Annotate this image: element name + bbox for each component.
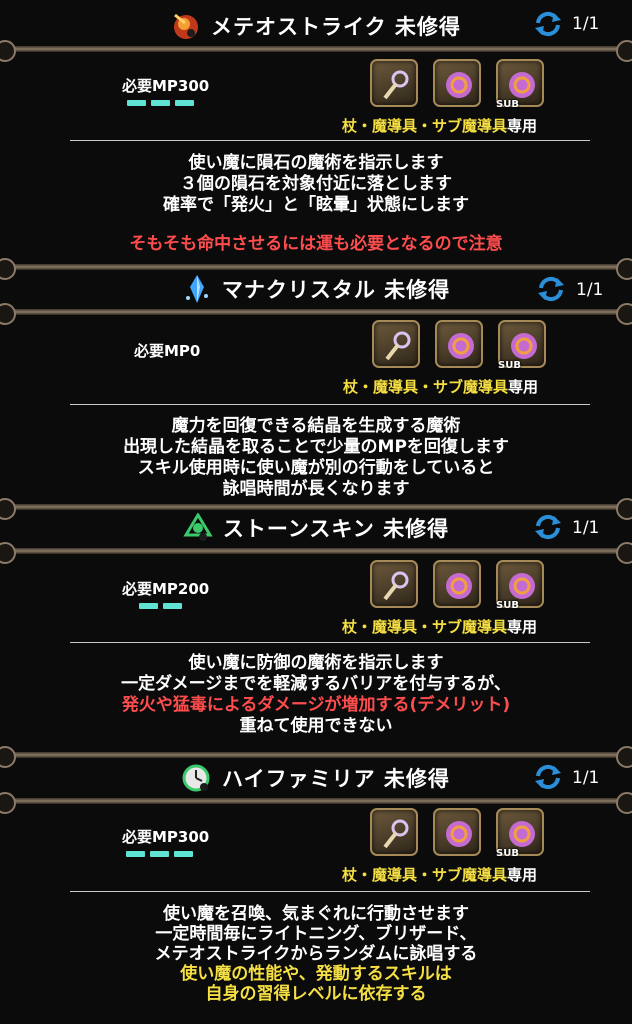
skill-title: メテオストライク 未修得 [211, 15, 461, 39]
desc-line: 一定ダメージまでを軽減するバリアを付与するが、 [121, 674, 511, 694]
magic-tool-icon [435, 320, 483, 368]
usable-weapons: 杖・魔導具・サブ魔導具専用 [342, 115, 537, 136]
stoneskin-skill-icon [183, 512, 213, 543]
section-divider [0, 40, 632, 62]
mp-cost-bars [126, 851, 193, 857]
usable-suffix: 専用 [507, 117, 538, 135]
mp-cost: 必要MP300 [122, 828, 210, 846]
desc-line: 魔力を回復できる結晶を生成する魔術 [171, 416, 461, 436]
usable-suffix: 専用 [508, 378, 539, 396]
skill-title: ハイファミリア 未修得 [222, 767, 450, 791]
skill-panel-high-familiar: ハイファミリア 未修得 1/1 必要MP300 SUB 杖・魔導具・サブ魔導具専… [0, 746, 632, 1024]
skill-panel-mana-crystal: マナクリスタル 未修得 1/1 必要MP0 SUB 杖・魔導具・サブ魔導具専用 … [0, 258, 632, 502]
usable-weapons-list: 杖・魔導具・サブ魔導具 [342, 866, 508, 884]
mp-bar [126, 851, 145, 857]
skill-description: 使い魔に防御の魔術を指示します 一定ダメージまでを軽減するバリアを付与するが、 … [0, 653, 632, 737]
skill-description: 使い魔に隕石の魔術を指示します ３個の隕石を対象付近に落とします 確率で「発火」… [0, 153, 632, 255]
skill-level: 1/1 [572, 518, 600, 538]
level-refresh-icon[interactable] [534, 514, 562, 540]
section-divider [0, 542, 632, 564]
desc-line: 使い魔を召喚、気まぐれに行動させます [163, 904, 469, 924]
desc-highlight: 使い魔の性能や、発動するスキルは [180, 964, 452, 984]
usable-weapons-list: 杖・魔導具・サブ魔導具 [342, 618, 508, 636]
skill-level: 1/1 [572, 768, 600, 788]
sub-magic-tool-icon: SUB [496, 59, 544, 110]
desc-demerit: 発火や猛毒によるダメージが増加する(デメリット) [121, 695, 511, 715]
mp-bar [150, 851, 169, 857]
mp-bar [163, 603, 182, 609]
desc-line: 使い魔に防御の魔術を指示します [188, 653, 444, 673]
staff-icon [370, 59, 418, 107]
level-refresh-icon[interactable] [537, 276, 565, 302]
mp-cost: 必要MP200 [122, 580, 210, 598]
desc-warning: そもそも命中させるには運も必要となるので注意 [129, 234, 503, 254]
staff-icon [372, 320, 420, 368]
magic-tool-icon [433, 59, 481, 107]
sub-magic-tool-icon: SUB [498, 320, 546, 371]
section-divider [0, 792, 632, 814]
sub-magic-tool-icon: SUB [496, 808, 544, 859]
staff-icon [370, 808, 418, 856]
level-refresh-icon[interactable] [534, 11, 562, 37]
separator-line [70, 642, 590, 643]
level-refresh-icon[interactable] [534, 764, 562, 790]
highfamiliar-skill-icon [182, 763, 212, 793]
sub-label: SUB [496, 99, 519, 110]
desc-line: メテオストライクからランダムに詠唱する [154, 944, 478, 964]
desc-line: 出現した結晶を取ることで少量のMPを回復します [123, 437, 509, 457]
mp-bar [175, 100, 194, 106]
mp-cost: 必要MP0 [134, 342, 201, 360]
usable-suffix: 専用 [507, 866, 538, 884]
separator-line [70, 404, 590, 405]
mp-cost-bars [139, 603, 182, 609]
staff-icon [370, 560, 418, 608]
skill-panel-meteor: メテオストライク 未修得 1/1 必要MP300 SUB 杖・魔導具・サブ魔導具… [0, 0, 632, 262]
meteor-skill-icon [171, 11, 201, 41]
usable-weapons: 杖・魔導具・サブ魔導具専用 [343, 376, 538, 397]
usable-suffix: 専用 [507, 618, 538, 636]
desc-line: ３個の隕石を対象付近に落とします [180, 174, 452, 194]
skill-panel-stoneskin: ストーンスキン 未修得 1/1 必要MP200 SUB 杖・魔導具・サブ魔導具専… [0, 498, 632, 750]
separator-line [70, 140, 590, 141]
usable-weapons: 杖・魔導具・サブ魔導具専用 [342, 864, 537, 885]
usable-weapons-list: 杖・魔導具・サブ魔導具 [343, 378, 509, 396]
skill-description: 使い魔を召喚、気まぐれに行動させます 一定時間毎にライトニング、ブリザード、 メ… [0, 904, 632, 1004]
desc-line: 使い魔に隕石の魔術を指示します [188, 153, 444, 173]
mp-cost: 必要MP300 [122, 77, 210, 95]
mp-bar [151, 100, 170, 106]
desc-line: スキル使用時に使い魔が別の行動をしていると [137, 458, 495, 478]
separator-line [70, 891, 590, 892]
skill-title: マナクリスタル 未修得 [221, 278, 451, 302]
magic-tool-icon [433, 808, 481, 856]
mp-bar [174, 851, 193, 857]
sub-label: SUB [496, 600, 519, 611]
usable-weapons-list: 杖・魔導具・サブ魔導具 [342, 117, 508, 135]
sub-label: SUB [498, 360, 521, 371]
desc-line: 重ねて使用できない [239, 716, 393, 736]
skill-level: 1/1 [576, 280, 604, 300]
magic-tool-icon [433, 560, 481, 608]
desc-highlight: 自身の習得レベルに依存する [205, 984, 427, 1004]
crystal-skill-icon [182, 274, 212, 304]
mp-bar [139, 603, 158, 609]
section-divider [0, 303, 632, 325]
mp-bar [127, 100, 146, 106]
usable-weapons: 杖・魔導具・サブ魔導具専用 [342, 616, 537, 637]
desc-line: 確率で「発火」と「眩暈」状態にします [163, 195, 469, 215]
mp-cost-bars [127, 100, 194, 106]
skill-level: 1/1 [572, 14, 600, 34]
sub-magic-tool-icon: SUB [496, 560, 544, 611]
skill-title: ストーンスキン 未修得 [222, 517, 450, 541]
skill-description: 魔力を回復できる結晶を生成する魔術 出現した結晶を取ることで少量のMPを回復しま… [0, 416, 632, 500]
sub-label: SUB [496, 848, 519, 859]
desc-line: 詠唱時間が長くなります [222, 479, 410, 499]
desc-line: 一定時間毎にライトニング、ブリザード、 [155, 924, 477, 944]
